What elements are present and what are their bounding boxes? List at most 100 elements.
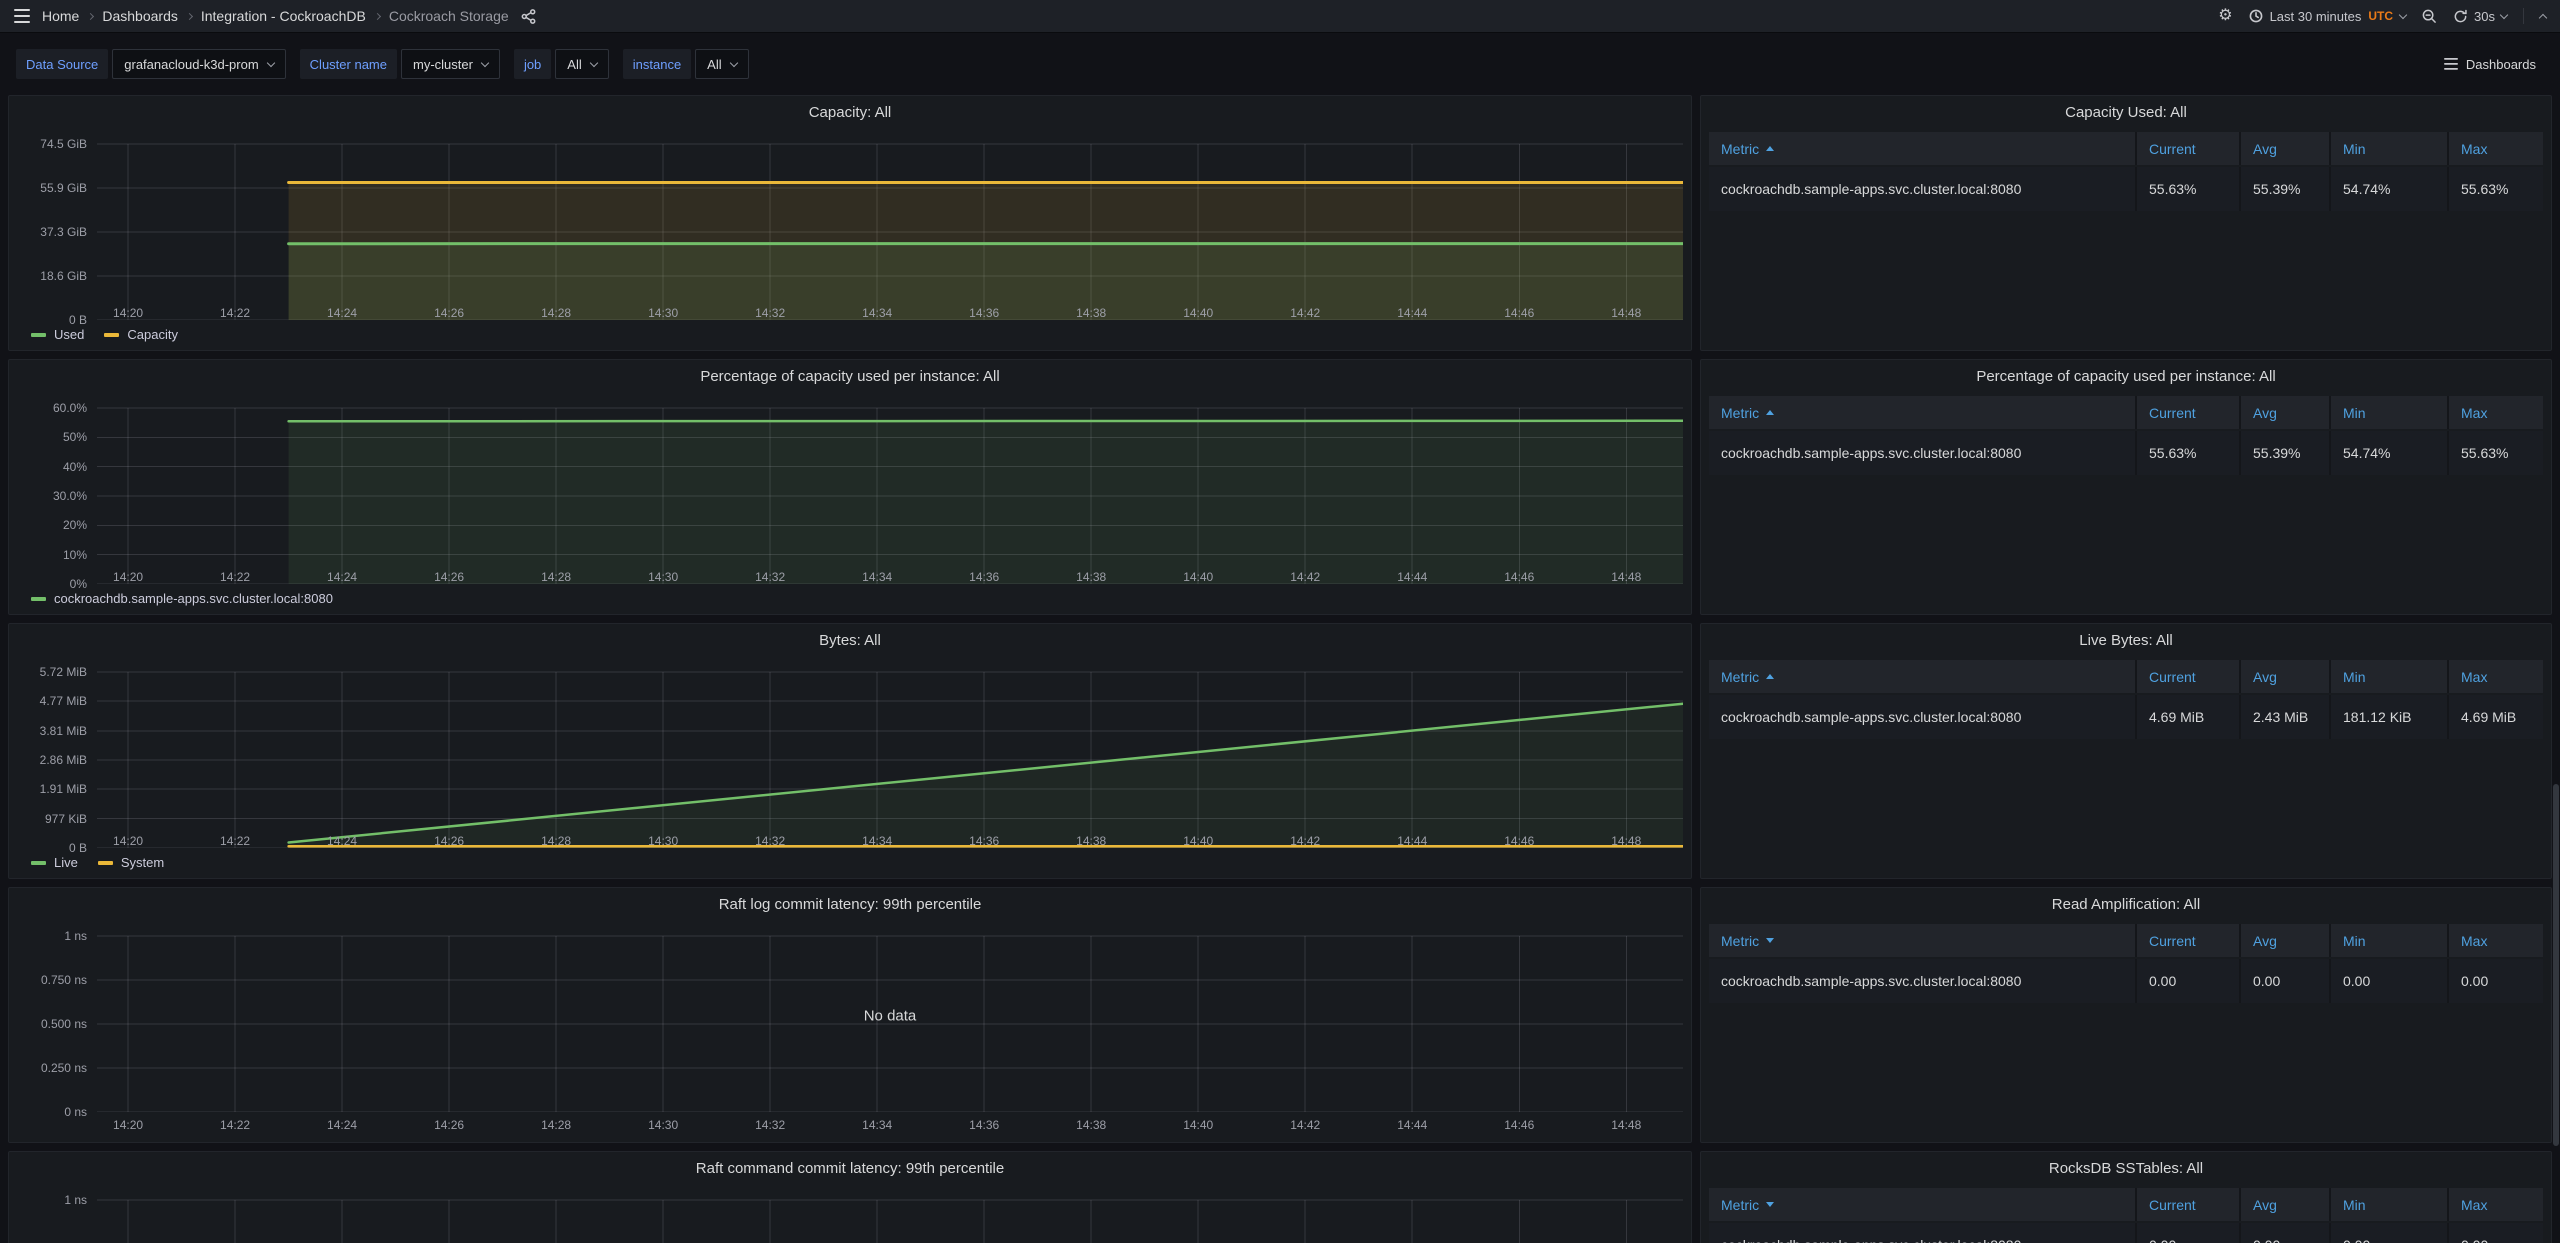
panel-title[interactable]: Bytes: All	[17, 630, 1683, 652]
column-header-current[interactable]: Current	[2135, 132, 2239, 165]
y-axis-label: 40%	[63, 460, 87, 474]
raft-log-latency-chart[interactable]: 1 ns0.750 ns0.500 ns0.250 ns0 ns No data…	[17, 920, 1683, 1134]
legend-item[interactable]: Capacity	[104, 322, 178, 342]
breadcrumb-home[interactable]: Home	[42, 8, 79, 24]
zoom-out-icon[interactable]	[2422, 9, 2437, 24]
collapse-chevron-up-icon[interactable]	[2539, 13, 2547, 21]
chart-legend: UsedCapacity	[17, 322, 1683, 342]
x-axis-label: 14:46	[1504, 570, 1534, 584]
panel-title[interactable]: Capacity Used: All	[1709, 102, 2543, 124]
column-header-max[interactable]: Max	[2447, 660, 2543, 693]
column-header-current[interactable]: Current	[2135, 660, 2239, 693]
chevron-down-icon[interactable]	[2500, 10, 2508, 18]
refresh-icon[interactable]	[2453, 9, 2468, 24]
capacity-used-table: MetricCurrentAvgMinMax cockroachdb.sample…	[1709, 132, 2543, 211]
column-header-avg[interactable]: Avg	[2239, 132, 2329, 165]
column-header-avg[interactable]: Avg	[2239, 396, 2329, 429]
x-axis-label: 14:26	[434, 306, 464, 320]
x-axis-label: 14:38	[1076, 570, 1106, 584]
chevron-right-icon	[186, 12, 193, 19]
column-header-min[interactable]: Min	[2329, 132, 2447, 165]
x-axis-label: 14:28	[541, 570, 571, 584]
column-header-min[interactable]: Min	[2329, 396, 2447, 429]
column-header-current[interactable]: Current	[2135, 396, 2239, 429]
plot-area[interactable]	[97, 128, 1683, 300]
filter-data-source: Data Source grafanacloud-k3d-prom	[16, 49, 286, 79]
y-axis-label: 1 ns	[64, 929, 87, 943]
plot-area[interactable]	[97, 392, 1683, 564]
plot-area[interactable]: No data	[97, 920, 1683, 1112]
refresh-interval-label[interactable]: 30s	[2474, 9, 2495, 24]
panel-title[interactable]: Capacity: All	[17, 102, 1683, 124]
time-range-label: Last 30 minutes	[2270, 9, 2362, 24]
x-axis-label: 14:32	[755, 570, 785, 584]
panel-title[interactable]: Read Amplification: All	[1709, 894, 2543, 916]
column-header-avg[interactable]: Avg	[2239, 660, 2329, 693]
dropdown-value: All	[707, 57, 721, 72]
raft-command-latency-chart[interactable]: 1 ns 14:2014:2214:2414:2614:2814:3014:32…	[17, 1184, 1683, 1243]
menu-icon[interactable]	[14, 9, 30, 23]
dashboards-button[interactable]: Dashboards	[2436, 52, 2544, 77]
column-header-min[interactable]: Min	[2329, 924, 2447, 957]
legend-swatch	[98, 861, 113, 865]
panel-title[interactable]: Live Bytes: All	[1709, 630, 2543, 652]
column-header-avg[interactable]: Avg	[2239, 924, 2329, 957]
plot-area[interactable]	[97, 1184, 1683, 1243]
cluster-name-dropdown[interactable]: my-cluster	[401, 49, 500, 79]
job-dropdown[interactable]: All	[555, 49, 608, 79]
x-axis-label: 14:20	[113, 306, 143, 320]
column-header-avg[interactable]: Avg	[2239, 1188, 2329, 1221]
column-header-metric[interactable]: Metric	[1709, 660, 2135, 693]
y-axis-label: 977 KiB	[45, 812, 87, 826]
x-axis-label: 14:42	[1290, 1118, 1320, 1132]
chevron-right-icon	[87, 12, 94, 19]
instance-dropdown[interactable]: All	[695, 49, 748, 79]
x-axis-label: 14:26	[434, 570, 464, 584]
panel-title[interactable]: Raft log commit latency: 99th percentile	[17, 894, 1683, 916]
data-source-dropdown[interactable]: grafanacloud-k3d-prom	[112, 49, 285, 79]
column-header-min[interactable]: Min	[2329, 660, 2447, 693]
cell-metric: cockroachdb.sample-apps.svc.cluster.loca…	[1709, 431, 2135, 475]
plot-area[interactable]	[97, 656, 1683, 828]
panel-title[interactable]: Percentage of capacity used per instance…	[1709, 366, 2543, 388]
capacity-chart[interactable]: 74.5 GiB55.9 GiB37.3 GiB18.6 GiB0 B 14:2…	[17, 128, 1683, 322]
column-header-min[interactable]: Min	[2329, 1188, 2447, 1221]
panel-title[interactable]: Raft command commit latency: 99th percen…	[17, 1158, 1683, 1180]
legend-item[interactable]: System	[98, 850, 164, 870]
column-header-max[interactable]: Max	[2447, 396, 2543, 429]
column-header-max[interactable]: Max	[2447, 132, 2543, 165]
cell-value: 55.63%	[2447, 431, 2543, 475]
gear-icon[interactable]: ⚙	[2218, 8, 2232, 24]
column-header-metric[interactable]: Metric	[1709, 396, 2135, 429]
panel-title[interactable]: RocksDB SSTables: All	[1709, 1158, 2543, 1180]
breadcrumb-integration[interactable]: Integration - CockroachDB	[201, 8, 366, 24]
x-axis-label: 14:30	[648, 570, 678, 584]
y-axis-label: 55.9 GiB	[40, 181, 87, 195]
cell-value: 4.69 MiB	[2135, 695, 2239, 739]
panel-title[interactable]: Percentage of capacity used per instance…	[17, 366, 1683, 388]
filter-label: Data Source	[16, 49, 108, 79]
column-header-current[interactable]: Current	[2135, 924, 2239, 957]
column-header-metric[interactable]: Metric	[1709, 132, 2135, 165]
cell-metric: cockroachdb.sample-apps.svc.cluster.loca…	[1709, 167, 2135, 211]
column-header-current[interactable]: Current	[2135, 1188, 2239, 1221]
legend-swatch	[104, 333, 119, 337]
scrollbar-thumb[interactable]	[2553, 784, 2559, 1147]
time-range-picker[interactable]: Last 30 minutes UTC	[2249, 9, 2406, 24]
table-row: cockroachdb.sample-apps.svc.cluster.loca…	[1709, 959, 2543, 1003]
x-axis-label: 14:36	[969, 1118, 999, 1132]
share-icon[interactable]	[521, 9, 536, 24]
capacity-percentage-chart[interactable]: 60.0%50%40%30.0%20%10%0% 14:2014:2214:24…	[17, 392, 1683, 586]
bytes-chart[interactable]: 5.72 MiB4.77 MiB3.81 MiB2.86 MiB1.91 MiB…	[17, 656, 1683, 850]
cell-value: 55.63%	[2447, 167, 2543, 211]
breadcrumb-dashboards[interactable]: Dashboards	[102, 8, 178, 24]
x-axis: 14:2014:2214:2414:2614:2814:3014:3214:34…	[97, 1112, 1683, 1134]
x-axis-label: 14:38	[1076, 306, 1106, 320]
sort-descending-icon	[1766, 938, 1774, 943]
y-axis: 1 ns0.750 ns0.500 ns0.250 ns0 ns	[17, 920, 97, 1134]
y-axis-label: 20%	[63, 518, 87, 532]
column-header-metric[interactable]: Metric	[1709, 924, 2135, 957]
column-header-max[interactable]: Max	[2447, 924, 2543, 957]
column-header-metric[interactable]: Metric	[1709, 1188, 2135, 1221]
column-header-max[interactable]: Max	[2447, 1188, 2543, 1221]
